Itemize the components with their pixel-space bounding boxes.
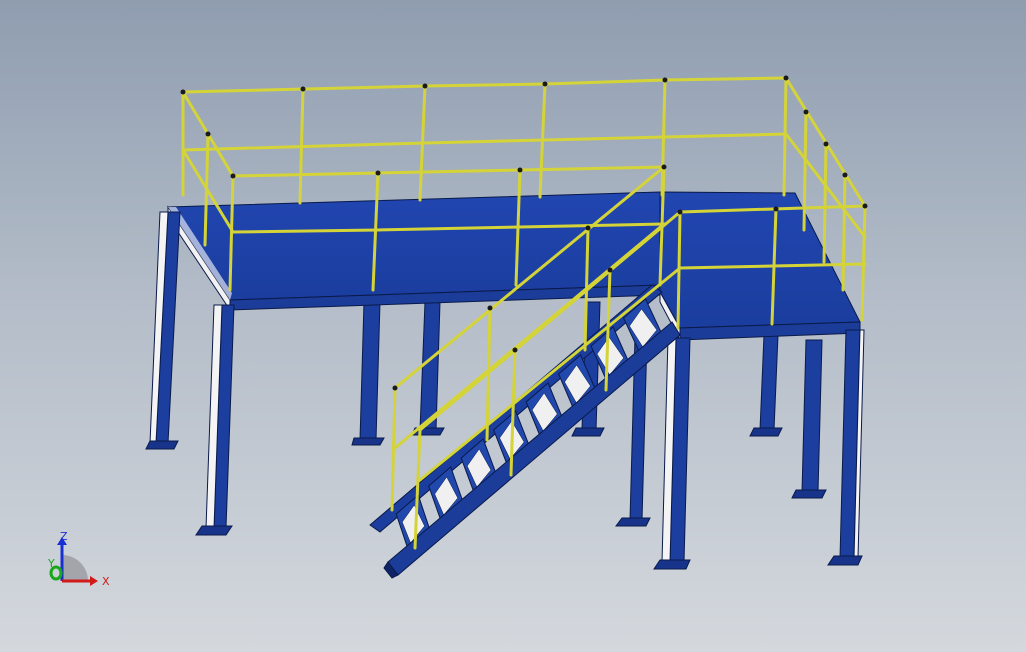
platform-model[interactable] <box>0 0 1026 652</box>
z-axis-label: Z <box>60 530 68 543</box>
triad-quadrant <box>62 555 88 581</box>
front-base-plates <box>145 440 863 570</box>
y-axis-label: Y <box>47 557 55 570</box>
3d-viewport[interactable]: Z X Y <box>0 0 1026 652</box>
orientation-triad[interactable]: Z X Y <box>40 525 110 595</box>
x-axis-label: X <box>102 575 110 588</box>
